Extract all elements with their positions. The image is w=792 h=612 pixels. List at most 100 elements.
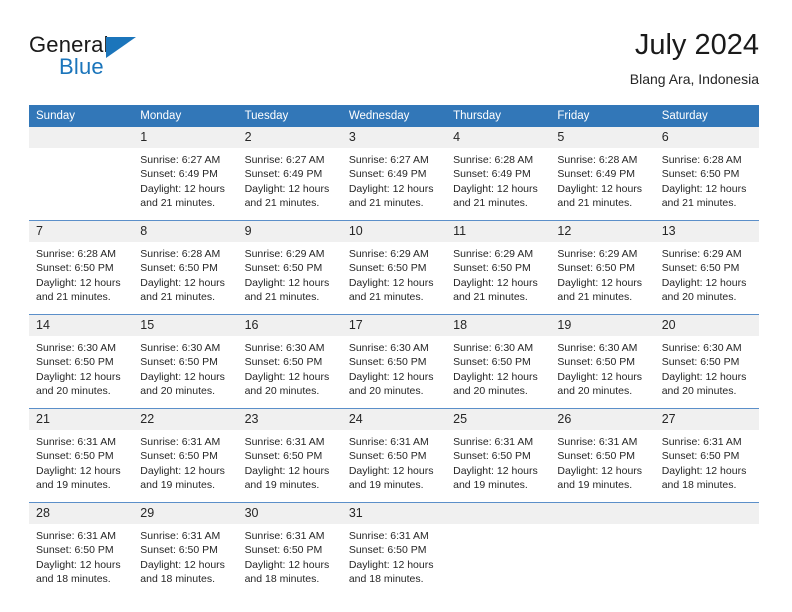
weekday-header-thursday: Thursday <box>446 105 551 127</box>
daylight-text-line2: and 19 minutes. <box>244 479 320 492</box>
sunrise-text: Sunrise: 6:28 AM <box>36 248 116 260</box>
calendar-cell-empty <box>654 502 759 596</box>
calendar-day-cell[interactable]: 29 Sunrise: 6:31 AM Sunset: 6:50 PM Dayligh… <box>133 502 238 596</box>
daylight-text-line2: and 19 minutes. <box>348 479 424 492</box>
day-details: Sunrise: 6:27 AM Sunset: 6:49 PM Daylight:… <box>133 148 237 220</box>
calendar-day-cell[interactable]: 8 Sunrise: 6:28 AM Sunset: 6:50 PM Daylight… <box>133 220 238 315</box>
calendar-day-cell[interactable]: 22 Sunrise: 6:31 AM Sunset: 6:50 PM Dayligh… <box>133 408 238 503</box>
day-number: 25 <box>446 409 551 430</box>
calendar-day-cell[interactable]: 21 Sunrise: 6:31 AM Sunset: 6:50 PM Dayligh… <box>29 408 134 503</box>
calendar-day-cell[interactable]: 12 Sunrise: 6:29 AM Sunset: 6:50 PM Dayligh… <box>550 220 655 315</box>
calendar-day-cell[interactable]: 11 Sunrise: 6:29 AM Sunset: 6:50 PM Dayligh… <box>446 220 551 315</box>
sunset-text: Sunset: 6:50 PM <box>244 450 323 463</box>
daylight-text-line2: and 21 minutes. <box>557 197 633 210</box>
daylight-text-line1: Daylight: 12 hours <box>36 276 121 289</box>
day-details: Sunrise: 6:31 AM Sunset: 6:50 PM Daylight:… <box>342 430 446 502</box>
daylight-text-line1: Daylight: 12 hours <box>36 370 121 383</box>
day-number: 16 <box>237 315 342 336</box>
daylight-text-line1: Daylight: 12 hours <box>557 276 643 289</box>
calendar-day-cell[interactable]: 4 Sunrise: 6:28 AM Sunset: 6:49 PM Daylight… <box>446 127 551 221</box>
daylight-text-line1: Daylight: 12 hours <box>348 182 434 195</box>
calendar-day-cell[interactable]: 28 Sunrise: 6:31 AM Sunset: 6:50 PM Dayligh… <box>29 502 134 596</box>
calendar-day-cell[interactable]: 9 Sunrise: 6:29 AM Sunset: 6:50 PM Daylight… <box>237 220 342 315</box>
day-number: 18 <box>446 315 551 336</box>
calendar-day-cell[interactable]: 14 Sunrise: 6:30 AM Sunset: 6:50 PM Dayligh… <box>29 314 134 409</box>
sunrise-text: Sunrise: 6:30 AM <box>453 342 534 354</box>
sunrise-text: Sunrise: 6:29 AM <box>244 248 325 260</box>
sunset-text: Sunset: 6:50 PM <box>244 356 323 369</box>
calendar-day-cell[interactable]: 16 Sunrise: 6:30 AM Sunset: 6:50 PM Dayligh… <box>237 314 342 409</box>
sunset-text: Sunset: 6:50 PM <box>36 544 114 557</box>
day-details: Sunrise: 6:27 AM Sunset: 6:49 PM Daylight:… <box>342 148 446 220</box>
calendar-day-cell[interactable]: 15 Sunrise: 6:30 AM Sunset: 6:50 PM Dayligh… <box>133 314 238 409</box>
calendar-cell-empty <box>29 127 134 221</box>
calendar-day-cell[interactable]: 13 Sunrise: 6:29 AM Sunset: 6:50 PM Dayligh… <box>654 220 759 315</box>
calendar-day-cell[interactable]: 20 Sunrise: 6:30 AM Sunset: 6:50 PM Dayligh… <box>654 314 759 409</box>
day-number: 13 <box>654 221 759 242</box>
sunset-text: Sunset: 6:50 PM <box>453 450 531 463</box>
calendar-day-cell[interactable]: 31 Sunrise: 6:31 AM Sunset: 6:50 PM Dayligh… <box>341 502 447 596</box>
calendar-day-cell[interactable]: 30 Sunrise: 6:31 AM Sunset: 6:50 PM Dayligh… <box>237 502 342 596</box>
calendar-day-cell[interactable]: 6 Sunrise: 6:28 AM Sunset: 6:50 PM Daylight… <box>654 127 759 221</box>
day-details: Sunrise: 6:31 AM Sunset: 6:50 PM Daylight:… <box>133 524 237 596</box>
sunrise-text: Sunrise: 6:28 AM <box>661 154 742 166</box>
weekday-header-wednesday: Wednesday <box>341 105 447 127</box>
daylight-text-line1: Daylight: 12 hours <box>348 370 434 383</box>
sunrise-text: Sunrise: 6:31 AM <box>244 436 325 448</box>
sunset-text: Sunset: 6:50 PM <box>557 450 636 463</box>
calendar-day-cell[interactable]: 26 Sunrise: 6:31 AM Sunset: 6:50 PM Dayligh… <box>550 408 655 503</box>
day-number: 15 <box>133 315 238 336</box>
calendar-day-cell[interactable]: 17 Sunrise: 6:30 AM Sunset: 6:50 PM Dayligh… <box>341 314 447 409</box>
calendar-day-cell[interactable]: 7 Sunrise: 6:28 AM Sunset: 6:50 PM Daylight… <box>29 220 134 315</box>
day-details: Sunrise: 6:31 AM Sunset: 6:50 PM Daylight:… <box>29 524 133 596</box>
calendar-day-cell[interactable]: 19 Sunrise: 6:30 AM Sunset: 6:50 PM Dayligh… <box>550 314 655 409</box>
calendar-week-row: 7 Sunrise: 6:28 AM Sunset: 6:50 PM Daylight… <box>29 220 759 315</box>
sunrise-text: Sunrise: 6:31 AM <box>453 436 534 448</box>
sunrise-text: Sunrise: 6:27 AM <box>348 154 429 166</box>
day-details: Sunrise: 6:31 AM Sunset: 6:50 PM Daylight:… <box>238 524 342 596</box>
sunset-text: Sunset: 6:50 PM <box>244 544 323 557</box>
day-details <box>29 148 133 220</box>
daylight-text-line1: Daylight: 12 hours <box>661 464 747 477</box>
sunset-text: Sunset: 6:50 PM <box>661 450 740 463</box>
calendar-day-cell[interactable]: 3 Sunrise: 6:27 AM Sunset: 6:49 PM Daylight… <box>341 127 447 221</box>
daylight-text-line2: and 20 minutes. <box>244 385 320 398</box>
sunset-text: Sunset: 6:49 PM <box>453 168 531 181</box>
day-number <box>29 127 134 148</box>
weekday-header-monday: Monday <box>133 105 238 127</box>
calendar-body: 1 Sunrise: 6:27 AM Sunset: 6:49 PM Daylight… <box>29 127 759 596</box>
daylight-text-line2: and 20 minutes. <box>661 385 737 398</box>
daylight-text-line1: Daylight: 12 hours <box>557 182 643 195</box>
daylight-text-line2: and 18 minutes. <box>36 573 111 586</box>
sunset-text: Sunset: 6:50 PM <box>244 262 323 275</box>
day-details: Sunrise: 6:30 AM Sunset: 6:50 PM Daylight:… <box>133 336 237 408</box>
day-details: Sunrise: 6:28 AM Sunset: 6:50 PM Daylight:… <box>29 242 133 314</box>
calendar-day-cell[interactable]: 1 Sunrise: 6:27 AM Sunset: 6:49 PM Daylight… <box>133 127 238 221</box>
calendar-week-row: 1 Sunrise: 6:27 AM Sunset: 6:49 PM Daylight… <box>29 127 759 221</box>
calendar-day-cell[interactable]: 10 Sunrise: 6:29 AM Sunset: 6:50 PM Dayligh… <box>341 220 447 315</box>
calendar-day-cell[interactable]: 24 Sunrise: 6:31 AM Sunset: 6:50 PM Dayligh… <box>341 408 447 503</box>
sunset-text: Sunset: 6:50 PM <box>453 356 531 369</box>
calendar-day-cell[interactable]: 27 Sunrise: 6:31 AM Sunset: 6:50 PM Dayligh… <box>654 408 759 503</box>
daylight-text-line2: and 20 minutes. <box>453 385 528 398</box>
calendar-day-cell[interactable]: 2 Sunrise: 6:27 AM Sunset: 6:49 PM Daylight… <box>237 127 342 221</box>
brand-name-blue: Blue <box>59 54 104 79</box>
calendar-day-cell[interactable]: 23 Sunrise: 6:31 AM Sunset: 6:50 PM Dayligh… <box>237 408 342 503</box>
sunset-text: Sunset: 6:50 PM <box>453 262 531 275</box>
brand-logo[interactable]: General Blue <box>29 32 249 88</box>
daylight-text-line2: and 21 minutes. <box>453 197 528 210</box>
calendar-day-cell[interactable]: 5 Sunrise: 6:28 AM Sunset: 6:49 PM Daylight… <box>550 127 655 221</box>
daylight-text-line1: Daylight: 12 hours <box>140 370 225 383</box>
day-number: 29 <box>133 503 238 524</box>
day-details: Sunrise: 6:28 AM Sunset: 6:49 PM Daylight:… <box>446 148 550 220</box>
calendar-day-cell[interactable]: 18 Sunrise: 6:30 AM Sunset: 6:50 PM Dayligh… <box>446 314 551 409</box>
day-details: Sunrise: 6:31 AM Sunset: 6:50 PM Daylight:… <box>133 430 237 502</box>
calendar-day-cell[interactable]: 25 Sunrise: 6:31 AM Sunset: 6:50 PM Dayligh… <box>446 408 551 503</box>
daylight-text-line1: Daylight: 12 hours <box>453 370 538 383</box>
daylight-text-line1: Daylight: 12 hours <box>348 276 434 289</box>
daylight-text-line2: and 18 minutes. <box>348 573 424 586</box>
day-number: 3 <box>341 127 447 148</box>
weekday-header-tuesday: Tuesday <box>237 105 342 127</box>
daylight-text-line1: Daylight: 12 hours <box>453 276 538 289</box>
sunrise-text: Sunrise: 6:30 AM <box>140 342 221 354</box>
